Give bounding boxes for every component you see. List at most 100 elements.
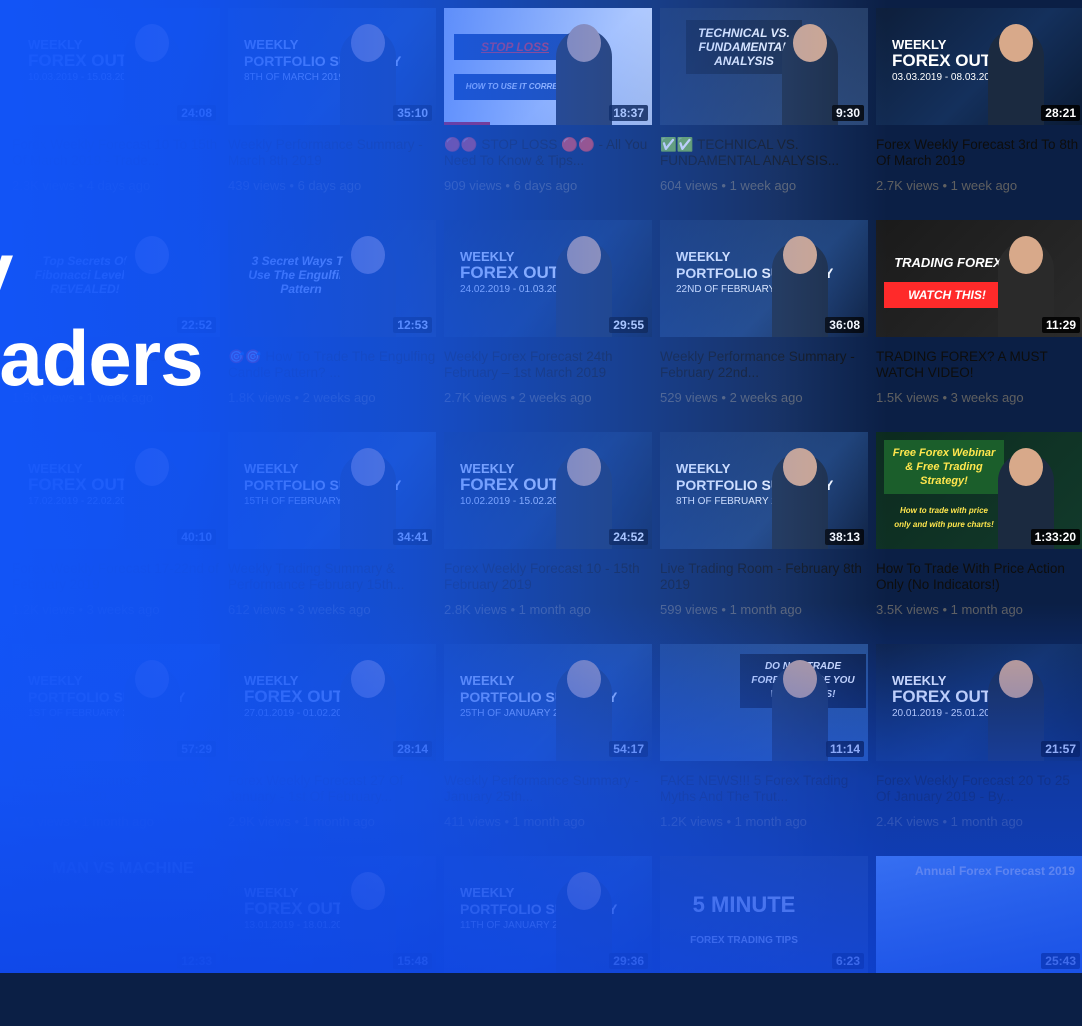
video-card[interactable]: TECHNICAL VS. FUNDAMENTAL ANALYSIS 9:30 ✅✅… <box>660 8 868 193</box>
video-thumbnail[interactable]: WEEKLY PORTFOLIO SUMMARY 11TH OF JANUARY 2… <box>444 856 652 973</box>
video-title[interactable]: ✅✅ TECHNICAL VS. FUNDAMENTAL ANALYSIS... <box>660 137 868 169</box>
video-card[interactable]: 3 Secret Ways To Use The Engulfing Patte… <box>228 220 436 405</box>
video-duration: 1:33:20 <box>1030 529 1080 545</box>
video-thumbnail[interactable]: WEEKLY FOREX OUTLOOK 17.02.2019 - 22.02.20… <box>12 432 220 549</box>
video-thumbnail[interactable]: MAN VS MACHINE 12:33 <box>12 856 220 973</box>
video-thumbnail[interactable]: DO NOT TRADE FOREX BEFORE YOU WATCH THIS… <box>660 644 868 761</box>
video-card[interactable]: WEEKLY FOREX OUTLOOK 10.03.2019 - 15.03.20… <box>12 8 220 193</box>
video-meta: 423 views • 1 month ago <box>12 814 154 829</box>
video-duration: 11:29 <box>1041 317 1080 333</box>
video-duration: 29:55 <box>609 317 648 333</box>
video-card[interactable]: Annual Forex Forecast 2019 25:43 <box>876 856 1082 1026</box>
presenter-head <box>999 24 1033 62</box>
video-title[interactable] <box>12 985 220 1017</box>
video-thumbnail[interactable]: WEEKLY FOREX OUTLOOK 13.01.2019 - 18.01.20… <box>228 856 436 973</box>
video-meta: 599 views • 1 month ago <box>660 602 802 617</box>
thumb-headline: Free Forex Webinar & Free Trading Strate… <box>884 440 1004 494</box>
video-duration: 28:21 <box>1041 105 1080 121</box>
thumb-date-range: 17.02.2019 - 22.02.2019 <box>28 496 137 507</box>
video-card[interactable]: WEEKLY PORTFOLIO SUMMARY 8TH OF MARCH 2019… <box>228 8 436 193</box>
video-title[interactable]: FAKE NEWS!!! 5 Forex Trading Myths And T… <box>660 773 868 805</box>
video-thumbnail[interactable]: WEEKLY FOREX OUTLOOK 24.02.2019 - 01.03.20… <box>444 220 652 337</box>
video-title[interactable]: How To Trade With Price Action Only (No … <box>876 561 1082 593</box>
video-thumbnail[interactable]: WEEKLY FOREX OUTLOOK 10.03.2019 - 15.03.20… <box>12 8 220 125</box>
video-meta: 604 views • 1 week ago <box>660 178 797 193</box>
video-title[interactable]: 🎯🎯 How To Trade The Engulfing Candle Pat… <box>228 349 436 381</box>
thumb-weekly-label: WEEKLY <box>460 885 515 900</box>
video-title[interactable]: TRADING FOREX? A MUST WATCH VIDEO! <box>876 349 1082 381</box>
video-title[interactable]: Weekly Performance Summary - February 22… <box>660 349 868 381</box>
video-card[interactable]: WEEKLY FOREX OUTLOOK 24.02.2019 - 01.03.20… <box>444 220 652 405</box>
video-thumbnail[interactable]: TECHNICAL VS. FUNDAMENTAL ANALYSIS 9:30 <box>660 8 868 125</box>
video-title[interactable]: Forex Weekly Forecast 10 To 15th Of Marc… <box>12 137 220 169</box>
video-duration: 15:48 <box>393 953 432 969</box>
video-title[interactable]: Forex Weekly Forecast 10 - 15th February… <box>444 561 652 593</box>
video-thumbnail[interactable]: STOP LOSS HOW TO USE IT CORRECT 18:37 <box>444 8 652 125</box>
video-title[interactable]: Weekly Trading Summary & Performance Feb… <box>228 561 436 593</box>
video-duration: 29:36 <box>609 953 648 969</box>
thumb-weekly-label: WEEKLY <box>892 673 947 688</box>
video-thumbnail[interactable]: WEEKLY FOREX OUTLOOK 03.03.2019 - 08.03.20… <box>876 8 1082 125</box>
video-thumbnail[interactable]: WEEKLY PORTFOLIO SUMMARY 22ND OF FEBRUARY … <box>660 220 868 337</box>
video-title[interactable] <box>876 985 1082 1017</box>
video-card[interactable]: MAN VS MACHINE 12:33 <box>12 856 220 1026</box>
presenter-head <box>783 236 817 274</box>
video-title[interactable]: Forex Weekly Forecast 3rd To 8th Of Marc… <box>876 137 1082 169</box>
video-card[interactable]: WEEKLY PORTFOLIO SUMMARY 22ND OF FEBRUARY … <box>660 220 868 405</box>
video-thumbnail[interactable]: 5 MINUTE FOREX TRADING TIPS 6:23 <box>660 856 868 973</box>
video-thumbnail[interactable]: Free Forex Webinar & Free Trading Strate… <box>876 432 1082 549</box>
video-title[interactable] <box>660 985 868 1017</box>
video-thumbnail[interactable]: WEEKLY PORTFOLIO SUMMARY 25TH OF JANUARY 2… <box>444 644 652 761</box>
video-card[interactable]: WEEKLY FOREX OUTLOOK 10.02.2019 - 15.02.20… <box>444 432 652 617</box>
video-thumbnail[interactable]: Annual Forex Forecast 2019 25:43 <box>876 856 1082 973</box>
video-title[interactable]: Forex Weekly Forecast 20 To 25 Of Januar… <box>876 773 1082 805</box>
video-card[interactable]: WEEKLY FOREX OUTLOOK 03.03.2019 - 08.03.20… <box>876 8 1082 193</box>
video-card[interactable]: WEEKLY PORTFOLIO SUMMARY 11TH OF JANUARY 2… <box>444 856 652 1026</box>
video-thumbnail[interactable]: WEEKLY FOREX OUTLOOK 27.01.2019 - 01.02.20… <box>228 644 436 761</box>
video-card[interactable]: WEEKLY FOREX OUTLOOK 20.01.2019 - 25.01.20… <box>876 644 1082 829</box>
video-card[interactable]: DO NOT TRADE FOREX BEFORE YOU WATCH THIS… <box>660 644 868 829</box>
presenter-head <box>999 660 1033 698</box>
video-thumbnail[interactable]: 3 Secret Ways To Use The Engulfing Patte… <box>228 220 436 337</box>
video-card[interactable]: STOP LOSS HOW TO USE IT CORRECT 18:37 🔴🔴 ST… <box>444 8 652 193</box>
video-card[interactable]: WEEKLY PORTFOLIO SUMMARY 15TH OF FEBRUARY … <box>228 432 436 617</box>
thumb-weekly-label: WEEKLY <box>244 37 299 52</box>
video-card[interactable]: Free Forex Webinar & Free Trading Strate… <box>876 432 1082 617</box>
video-duration: 11:14 <box>825 741 864 757</box>
video-thumbnail[interactable]: WEEKLY PORTFOLIO SUMMARY 8TH OF MARCH 2019… <box>228 8 436 125</box>
video-card[interactable]: 5 MINUTE FOREX TRADING TIPS 6:23 <box>660 856 868 1026</box>
video-thumbnail[interactable]: WEEKLY PORTFOLIO SUMMARY 1ST OF FEBRUARY 2… <box>12 644 220 761</box>
video-thumbnail[interactable]: TRADING FOREX? WATCH THIS! 11:29 <box>876 220 1082 337</box>
video-card[interactable]: TRADING FOREX? WATCH THIS! 11:29 TRADING FO… <box>876 220 1082 405</box>
video-card[interactable]: WEEKLY FOREX OUTLOOK 27.01.2019 - 01.02.20… <box>228 644 436 829</box>
video-title[interactable]: Weekly Forex Forecast 24th February – 1s… <box>444 349 652 381</box>
video-duration: 6:23 <box>831 953 864 969</box>
video-card[interactable]: WEEKLY PORTFOLIO SUMMARY 1ST OF FEBRUARY 2… <box>12 644 220 829</box>
video-title[interactable]: Weekly Performance Summary - February 1s… <box>12 773 220 805</box>
video-duration: 54:17 <box>609 741 648 757</box>
video-thumbnail[interactable]: WEEKLY PORTFOLIO SUMMARY 8TH OF FEBRUARY 2… <box>660 432 868 549</box>
video-thumbnail[interactable]: WEEKLY FOREX OUTLOOK 20.01.2019 - 25.01.20… <box>876 644 1082 761</box>
video-title[interactable]: Live Trading Room - February 8th 2019 <box>660 561 868 593</box>
video-title[interactable]: Weekly Performance Summary - March 8th 2… <box>228 137 436 169</box>
video-grid: WEEKLY FOREX OUTLOOK 10.03.2019 - 15.03.20… <box>0 0 1082 973</box>
video-thumbnail[interactable]: WEEKLY PORTFOLIO SUMMARY 15TH OF FEBRUARY … <box>228 432 436 549</box>
thumb-date-range: 10.03.2019 - 15.03.2019 <box>28 72 137 83</box>
video-card[interactable]: WEEKLY PORTFOLIO SUMMARY 25TH OF JANUARY 2… <box>444 644 652 829</box>
video-card[interactable]: WEEKLY FOREX OUTLOOK 17.02.2019 - 22.02.20… <box>12 432 220 617</box>
video-thumbnail[interactable]: WEEKLY FOREX OUTLOOK 10.02.2019 - 15.02.20… <box>444 432 652 549</box>
video-title[interactable] <box>228 985 436 1017</box>
video-meta: 1.2K views • 3 weeks ago <box>12 602 160 617</box>
video-duration: 34:41 <box>393 529 432 545</box>
video-card[interactable]: WEEKLY FOREX OUTLOOK 13.01.2019 - 18.01.20… <box>228 856 436 1026</box>
video-meta: 2.7K views • 2 weeks ago <box>444 390 592 405</box>
video-card[interactable]: WEEKLY PORTFOLIO SUMMARY 8TH OF FEBRUARY 2… <box>660 432 868 617</box>
video-title[interactable] <box>444 985 652 1017</box>
video-duration: 12:33 <box>177 953 216 969</box>
video-title[interactable]: Forex Weekly Forecast 17-22nd of Februar… <box>12 561 220 593</box>
thumb-weekly-label: WEEKLY <box>676 249 731 264</box>
video-title[interactable]: Weekly Performance Summary - January 25t… <box>444 773 652 805</box>
video-title[interactable]: 🔴🔴 STOP LOSS 🔴🔴 - All You Need To Know &… <box>444 137 652 169</box>
video-meta: 1.5K views • 3 weeks ago <box>876 390 1024 405</box>
video-title[interactable]: Forex Weekly Forecast 27 Of January - 1s… <box>228 773 436 805</box>
